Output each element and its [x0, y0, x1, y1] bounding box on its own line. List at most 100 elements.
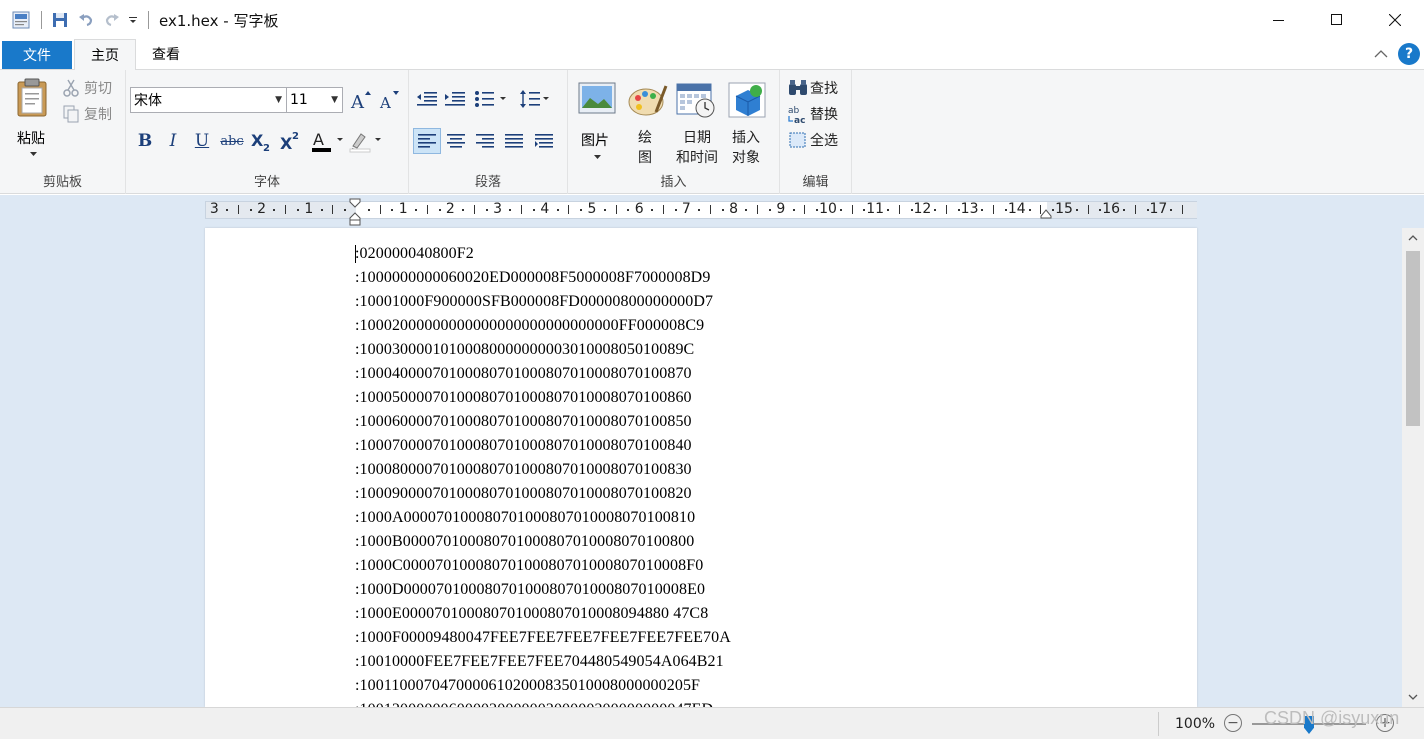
ruler-dot	[721, 209, 724, 211]
find-button[interactable]: 查找	[788, 78, 838, 98]
font-name-combo[interactable]: 宋体 ▼	[130, 87, 287, 113]
ruler-tick	[568, 205, 570, 214]
undo-icon[interactable]	[74, 8, 98, 32]
zoom-out-button[interactable]: −	[1224, 714, 1242, 732]
ruler-dot	[957, 209, 960, 211]
save-icon[interactable]	[48, 8, 72, 32]
insert-datetime-button[interactable]: 日期 和时间	[672, 78, 722, 166]
ribbon: 粘贴 剪切 复制 剪贴板 宋体 ▼ 11 ▼ A A B I U abc X 2…	[0, 70, 1424, 194]
underline-button[interactable]: U	[189, 129, 215, 153]
right-indent-marker[interactable]	[1040, 208, 1052, 220]
insert-object-button[interactable]: 插入 对象	[724, 78, 768, 166]
insert-paint-drawing-button[interactable]: 绘 图	[626, 78, 670, 166]
align-right-button[interactable]	[472, 129, 498, 153]
title-bar: ex1.hex - 写字板	[0, 0, 1424, 40]
clipboard-group: 粘贴 剪切 复制 剪贴板	[0, 70, 126, 194]
strikethrough-button[interactable]: abc	[219, 129, 245, 153]
ruler-dot	[1028, 209, 1031, 211]
subscript-button[interactable]: X2	[249, 129, 275, 153]
decrease-indent-button[interactable]	[415, 89, 439, 112]
ruler-dot	[556, 209, 559, 211]
wordpad-app-icon[interactable]	[9, 8, 33, 32]
ruler-number: 16	[1102, 201, 1121, 217]
ruler-dot	[344, 209, 347, 211]
italic-button[interactable]: I	[160, 129, 186, 153]
scrollbar-thumb[interactable]	[1406, 251, 1420, 426]
superscript-button[interactable]: X2	[278, 129, 304, 153]
ruler-tick	[238, 205, 239, 214]
justify-button[interactable]	[501, 129, 527, 153]
scroll-up-icon[interactable]	[1402, 228, 1424, 248]
zoom-out-icon: −	[1227, 715, 1239, 731]
ruler-number: 1	[304, 201, 314, 217]
object-label-line2: 对象	[732, 150, 760, 166]
align-center-button[interactable]	[443, 129, 469, 153]
customize-dropdown-icon[interactable]	[126, 8, 140, 32]
picture-label: 图片	[581, 133, 609, 149]
font-color-button[interactable]: A	[310, 129, 346, 153]
ruler-dot	[580, 209, 583, 211]
bullet-list-button[interactable]	[473, 89, 511, 112]
highlight-color-button[interactable]	[348, 129, 384, 153]
copy-icon	[63, 105, 79, 123]
grow-font-button[interactable]: A	[348, 88, 374, 112]
collapse-ribbon-icon[interactable]	[1374, 49, 1388, 59]
document-line: :100110007047000061020008350100080000002…	[355, 677, 701, 694]
increase-indent-button[interactable]	[443, 89, 467, 112]
ruler-dot	[367, 209, 370, 211]
quick-access-toolbar: ex1.hex - 写字板	[0, 0, 278, 40]
ruler-dot	[934, 209, 937, 211]
maximize-button[interactable]	[1308, 0, 1366, 40]
document-page[interactable]: :020000040800F2:1000000000060020ED000008…	[205, 228, 1197, 707]
svg-text:ac: ac	[794, 116, 805, 124]
tab-file[interactable]: 文件	[2, 41, 72, 69]
increase-indent-icon	[445, 92, 465, 106]
font-group-label: 字体	[253, 175, 280, 190]
copy-button[interactable]: 复制	[62, 104, 112, 124]
insert-picture-button[interactable]: 图片	[576, 78, 618, 162]
help-icon[interactable]: ?	[1398, 43, 1420, 65]
svg-text:A: A	[350, 92, 365, 110]
ribbon-right-controls: ?	[1374, 43, 1420, 65]
qat-separator	[41, 11, 42, 29]
shrink-font-button[interactable]: A	[376, 88, 402, 112]
ruler-dot	[297, 209, 299, 211]
ribbon-tabs: 文件 主页 查看 ?	[0, 39, 1424, 70]
align-left-button[interactable]	[413, 128, 441, 154]
vertical-scrollbar[interactable]	[1402, 228, 1424, 707]
replace-button[interactable]: ab ac 替换	[788, 104, 838, 124]
ruler-number: 1	[398, 201, 408, 217]
tab-home[interactable]: 主页	[74, 39, 136, 70]
document-text[interactable]: :020000040800F2:1000000000060020ED000008…	[355, 242, 731, 707]
document-line: :10001000F900000SFB000008FD0000080000000…	[355, 293, 714, 310]
ruler-dot	[769, 209, 771, 211]
ruler-number: 3	[209, 201, 219, 217]
ruler-dot	[462, 209, 465, 211]
bold-button[interactable]: B	[132, 129, 158, 153]
font-size-combo[interactable]: 11 ▼	[286, 87, 343, 113]
cut-button[interactable]: 剪切	[62, 78, 112, 98]
scroll-down-icon[interactable]	[1402, 687, 1424, 707]
close-button[interactable]	[1366, 0, 1424, 40]
paint-label-line1: 绘	[638, 130, 652, 146]
shrink-font-icon: A	[379, 91, 399, 110]
font-group: 宋体 ▼ 11 ▼ A A B I U abc X2 X2 A 字体	[126, 70, 409, 194]
paragraph-settings-button[interactable]	[531, 129, 557, 153]
ruler-tick	[898, 205, 900, 214]
line-spacing-button[interactable]	[519, 89, 551, 112]
select-all-button[interactable]: 全选	[788, 130, 838, 150]
ruler-number: 5	[587, 201, 597, 217]
ruler-number: 10	[819, 201, 837, 217]
ruler-dot	[226, 209, 229, 211]
minimize-button[interactable]	[1250, 0, 1308, 40]
ruler-tick	[710, 205, 711, 214]
redo-icon[interactable]	[100, 8, 124, 32]
edit-group-label: 编辑	[802, 175, 829, 190]
first-line-indent-marker[interactable]	[349, 198, 361, 226]
tab-view[interactable]: 查看	[136, 39, 196, 69]
paste-button[interactable]: 粘贴	[10, 76, 56, 160]
insert-group: 图片 绘 图 日期 和时间 插入 对象 插入	[568, 70, 780, 194]
ruler-dot	[981, 209, 984, 211]
align-right-icon	[476, 134, 494, 148]
document-line: :020000040800F2	[355, 245, 474, 262]
